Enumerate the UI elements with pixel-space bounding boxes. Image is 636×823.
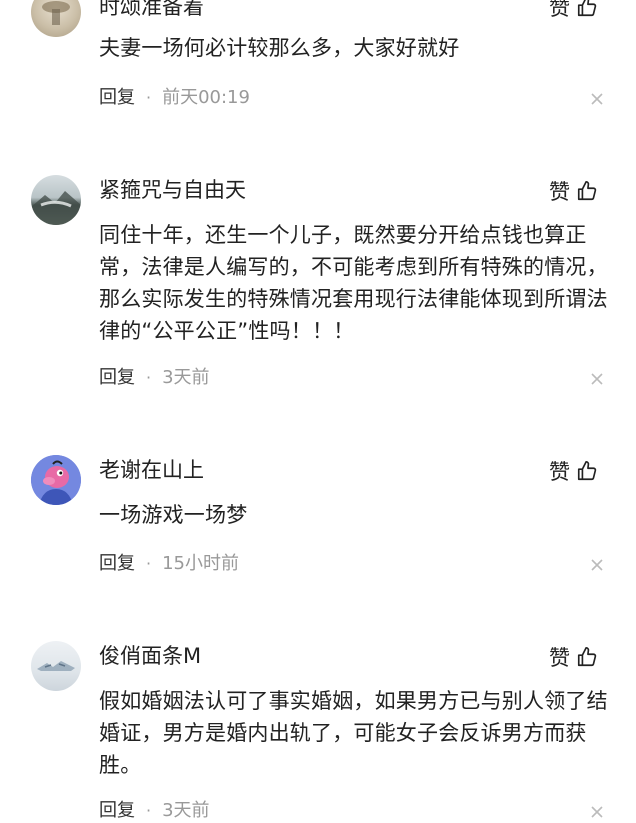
avatar[interactable] (31, 0, 81, 37)
snowy-landscape-icon (37, 661, 75, 671)
timestamp: 前天00:19 (162, 87, 250, 108)
timestamp: 15小时前 (162, 553, 239, 574)
like-label: 赞 (549, 646, 570, 670)
mountain-landscape-icon (31, 191, 81, 225)
thumbs-up-icon (577, 647, 597, 667)
reply-button[interactable]: 回复 (99, 799, 135, 823)
like-button[interactable]: 赞 (549, 0, 598, 22)
username[interactable]: 紧箍咒与自由天 (99, 176, 246, 204)
separator-dot: · (146, 801, 152, 820)
close-icon[interactable] (589, 804, 605, 820)
comment-text: 夫妻一场何必计较那么多，大家好就好 (99, 36, 460, 60)
thumbs-up-icon (577, 461, 597, 481)
username[interactable]: 老谢在山上 (99, 456, 204, 484)
like-button[interactable]: 赞 (549, 642, 598, 672)
avatar[interactable] (31, 455, 81, 505)
like-button[interactable]: 赞 (549, 176, 598, 206)
comment-meta: 回复 · 15小时前 (99, 552, 239, 576)
cartoon-character-icon (31, 455, 81, 505)
timestamp: 3天前 (162, 800, 210, 821)
thumbs-up-icon (577, 0, 597, 17)
reply-button[interactable]: 回复 (99, 366, 135, 390)
avatar[interactable] (31, 641, 81, 691)
avatar-figure-icon (42, 1, 70, 25)
timestamp: 3天前 (162, 367, 210, 388)
comment-text: 假如婚姻法认可了事实婚姻，如果男方已与别人领了结婚证，男方是婚内出轨了，可能女子… (99, 689, 608, 777)
like-label: 赞 (549, 460, 570, 484)
reply-button[interactable]: 回复 (99, 86, 135, 110)
close-icon[interactable] (589, 557, 605, 573)
like-button[interactable]: 赞 (549, 456, 598, 486)
separator-dot: · (146, 368, 152, 387)
close-icon[interactable] (589, 91, 605, 107)
comment-text: 同住十年，还生一个儿子，既然要分开给点钱也算正常，法律是人编写的，不可能考虑到所… (99, 223, 608, 343)
separator-dot: · (146, 88, 152, 107)
comment-meta: 回复 · 前天00:19 (99, 86, 250, 110)
comment-text: 一场游戏一场梦 (99, 503, 248, 527)
comment-meta: 回复 · 3天前 (99, 366, 210, 390)
close-icon[interactable] (589, 371, 605, 387)
like-label: 赞 (549, 0, 570, 20)
thumbs-up-icon (577, 181, 597, 201)
comment-meta: 回复 · 3天前 (99, 799, 210, 823)
username[interactable]: 俊俏面条M (99, 642, 201, 670)
username[interactable]: 时颂准备着 (99, 0, 204, 21)
like-label: 赞 (549, 180, 570, 204)
separator-dot: · (146, 554, 152, 573)
avatar[interactable] (31, 175, 81, 225)
reply-button[interactable]: 回复 (99, 552, 135, 576)
